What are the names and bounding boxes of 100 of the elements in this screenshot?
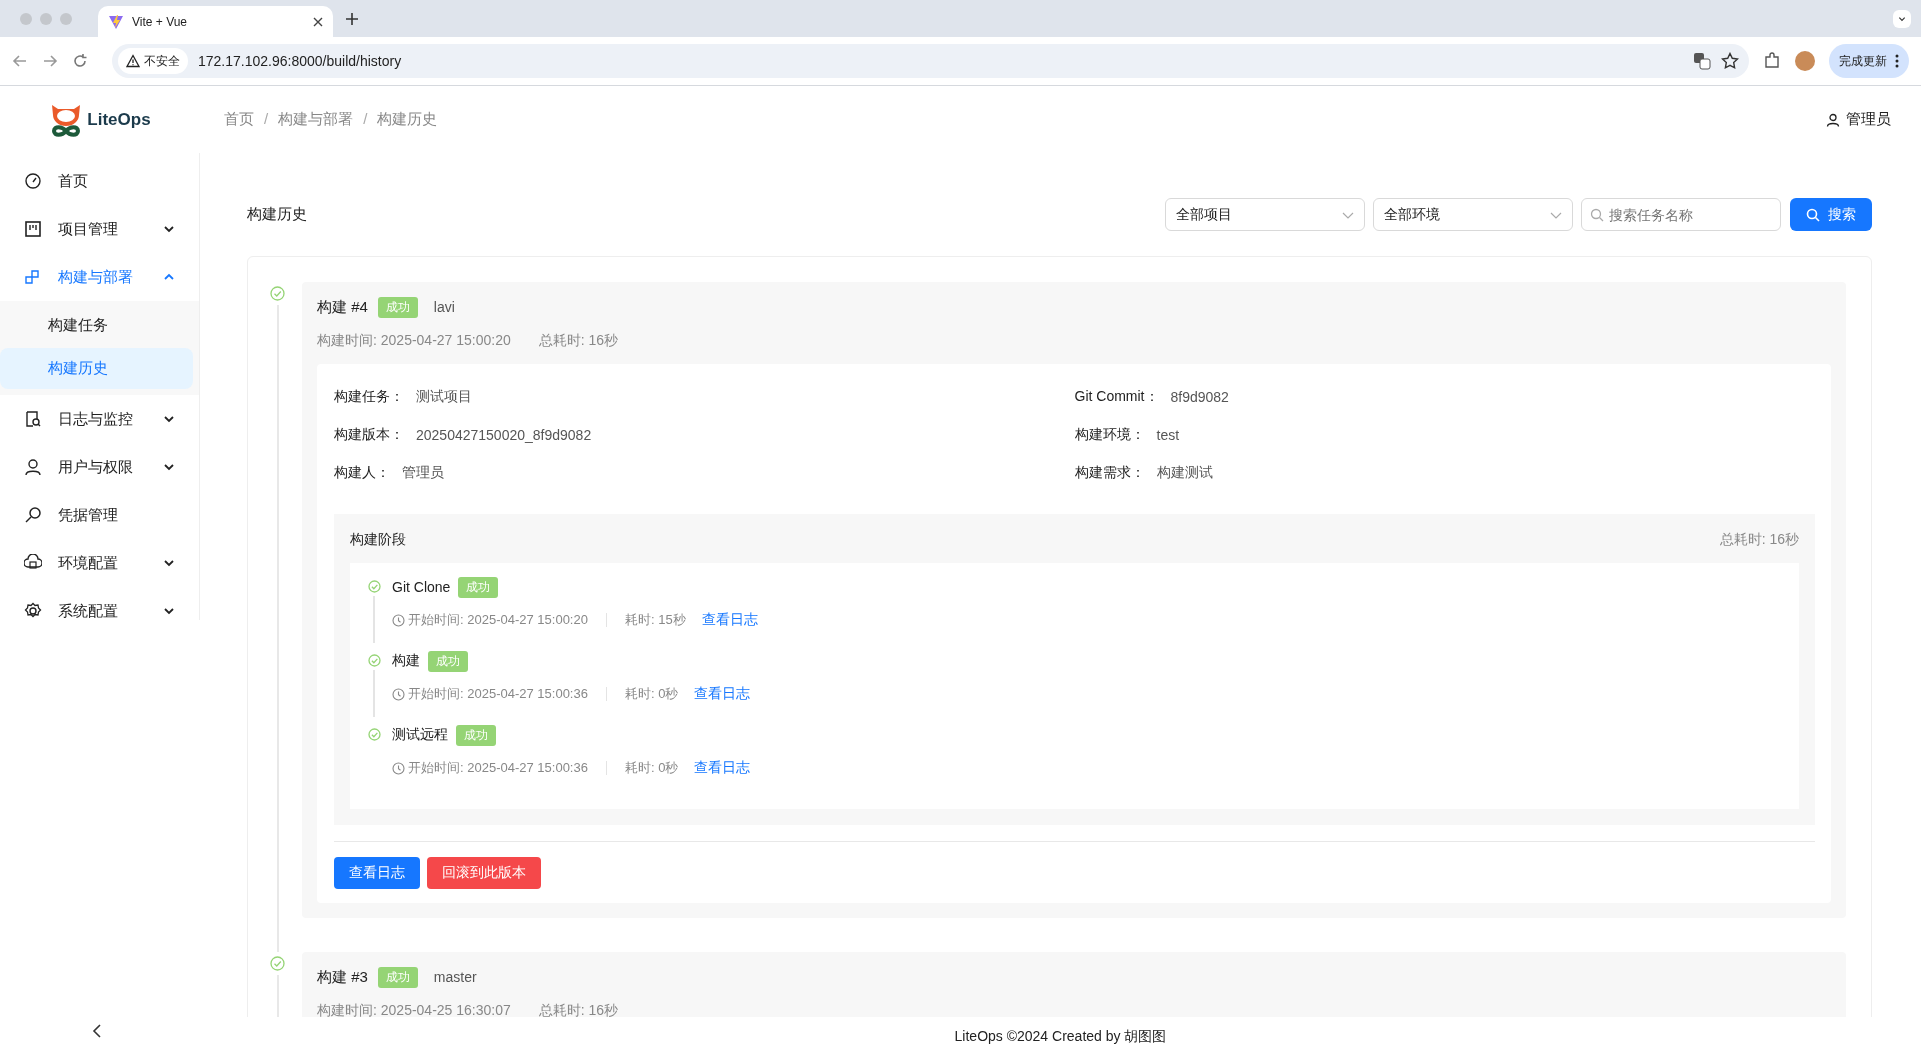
- document-search-icon: [24, 410, 42, 428]
- user-icon: [24, 458, 42, 476]
- chevron-down-icon[interactable]: [163, 605, 175, 617]
- build-title: 构建 #4: [317, 297, 368, 317]
- check-circle-icon: [367, 654, 381, 667]
- breadcrumb-link[interactable]: 构建与部署: [278, 110, 354, 129]
- kanban-icon: [24, 220, 42, 238]
- clock-icon: [392, 613, 405, 627]
- triangle-logo-icon: [108, 13, 124, 30]
- more-icon: [1895, 54, 1899, 68]
- breadcrumb-link[interactable]: 首页: [224, 110, 254, 129]
- stage-name: 测试远程: [392, 726, 448, 744]
- detail-value: 管理员: [402, 464, 444, 482]
- build-duration: 总耗时: 16秒: [538, 332, 619, 350]
- menu-item[interactable]: 项目管理: [0, 205, 199, 253]
- cloud-icon: [24, 554, 42, 572]
- stage-start-time: 开始时间: 2025-04-27 15:00:36: [408, 685, 588, 703]
- build-duration: 总耗时: 16秒: [538, 1002, 619, 1017]
- build-title: 构建 #3: [317, 967, 368, 987]
- menu-item[interactable]: 用户与权限: [0, 443, 199, 491]
- search-field[interactable]: 搜索任务名称: [1581, 198, 1781, 231]
- star-icon[interactable]: [1721, 52, 1739, 70]
- detail-label: 构建需求：: [1074, 464, 1145, 482]
- stage-name: Git Clone: [392, 579, 451, 595]
- close-icon[interactable]: [313, 16, 323, 27]
- view-log-link[interactable]: 查看日志: [694, 759, 751, 777]
- status-tag: 成功: [377, 966, 418, 988]
- branch-name: master: [433, 969, 477, 985]
- blocks-icon: [24, 268, 42, 286]
- stage-start-time: 开始时间: 2025-04-27 15:00:36: [408, 759, 588, 777]
- url-text: 172.17.102.96:8000/build/history: [198, 53, 403, 69]
- detail-label: 构建人：: [334, 464, 390, 482]
- clock-icon: [392, 761, 405, 775]
- menu-item[interactable]: 凭据管理: [0, 491, 199, 539]
- menu-item[interactable]: 首页: [0, 157, 199, 205]
- build-time: 构建时间: 2025-04-27 15:00:20: [317, 332, 511, 350]
- breadcrumb-separator: /: [264, 110, 269, 129]
- rollback-button[interactable]: 回滚到此版本: [427, 857, 541, 889]
- build-time: 构建时间: 2025-04-25 16:30:07: [317, 1002, 511, 1017]
- submenu-item[interactable]: 构建任务: [0, 305, 193, 346]
- clock-icon: [392, 687, 405, 701]
- detail-value: 构建测试: [1156, 464, 1213, 482]
- detail-value: test: [1156, 427, 1180, 443]
- chevron-down-icon[interactable]: [163, 557, 175, 569]
- search-button[interactable]: 搜索: [1790, 198, 1872, 231]
- chevron-down-icon[interactable]: [163, 223, 175, 235]
- chevron-down-icon[interactable]: [163, 461, 175, 473]
- check-circle-icon: [270, 286, 285, 301]
- warning-icon: [126, 54, 140, 68]
- detail-label: 构建版本：: [334, 426, 404, 444]
- status-tag: 成功: [456, 724, 496, 746]
- update-button[interactable]: 完成更新: [1829, 44, 1909, 78]
- detail-value: 8f9d9082: [1170, 389, 1229, 405]
- stages-duration: 总耗时: 16秒: [1719, 531, 1799, 549]
- status-tag: 成功: [458, 576, 499, 598]
- check-circle-icon: [270, 956, 285, 971]
- detail-label: 构建环境：: [1074, 426, 1145, 444]
- stage-start-time: 开始时间: 2025-04-27 15:00:20: [408, 611, 588, 629]
- detail-value: 测试项目: [416, 388, 472, 406]
- status-tag: 成功: [377, 296, 418, 318]
- view-log-link[interactable]: 查看日志: [694, 685, 751, 703]
- reload-icon[interactable]: [72, 53, 88, 69]
- view-log-button[interactable]: 查看日志: [334, 857, 420, 889]
- chevron-down-icon[interactable]: [163, 413, 175, 425]
- footer-text: LiteOps ©2024 Created by 胡图图: [953, 1026, 1168, 1046]
- check-circle-icon: [367, 580, 381, 593]
- select-field[interactable]: 全部环境: [1373, 198, 1573, 231]
- menu-item[interactable]: 构建与部署: [0, 253, 199, 301]
- user-menu[interactable]: 管理员: [1826, 110, 1891, 129]
- stage-name: 构建: [392, 652, 420, 670]
- select-field[interactable]: 全部项目: [1165, 198, 1365, 231]
- status-tag: 成功: [428, 650, 468, 672]
- stage-duration: 耗时: 0秒: [624, 759, 679, 777]
- stage-duration: 耗时: 15秒: [624, 611, 686, 629]
- detail-label: Git Commit：: [1074, 388, 1159, 406]
- submenu-item[interactable]: 构建历史: [0, 348, 193, 389]
- check-circle-icon: [367, 728, 381, 741]
- branch-name: lavi: [433, 299, 455, 315]
- puzzle-icon[interactable]: [1763, 52, 1781, 70]
- back-icon[interactable]: [12, 53, 28, 69]
- breadcrumb-separator: /: [363, 110, 368, 129]
- user-icon: [1826, 112, 1840, 127]
- breadcrumb-link[interactable]: 构建历史: [377, 110, 438, 129]
- menu-item[interactable]: 日志与监控: [0, 395, 199, 443]
- detail-value: 20250427150020_8f9d9082: [416, 427, 592, 443]
- view-log-link[interactable]: 查看日志: [701, 611, 758, 629]
- menu-item[interactable]: 环境配置: [0, 539, 199, 587]
- stage-duration: 耗时: 0秒: [624, 685, 679, 703]
- plus-icon[interactable]: [345, 11, 359, 26]
- detail-label: 构建任务：: [334, 388, 404, 406]
- security-chip[interactable]: 不安全: [118, 48, 188, 74]
- gear-icon: [24, 602, 42, 620]
- menu-item[interactable]: 系统配置: [0, 587, 199, 635]
- search-icon: [1806, 207, 1820, 222]
- magnifier-icon: [24, 506, 42, 524]
- forward-icon[interactable]: [42, 53, 58, 69]
- browser-tab[interactable]: Vite + Vue: [98, 6, 333, 37]
- address-bar[interactable]: 不安全 172.17.102.96:8000/build/history: [112, 44, 1749, 78]
- avatar[interactable]: [1795, 51, 1815, 71]
- collapse-icon[interactable]: [92, 1024, 102, 1038]
